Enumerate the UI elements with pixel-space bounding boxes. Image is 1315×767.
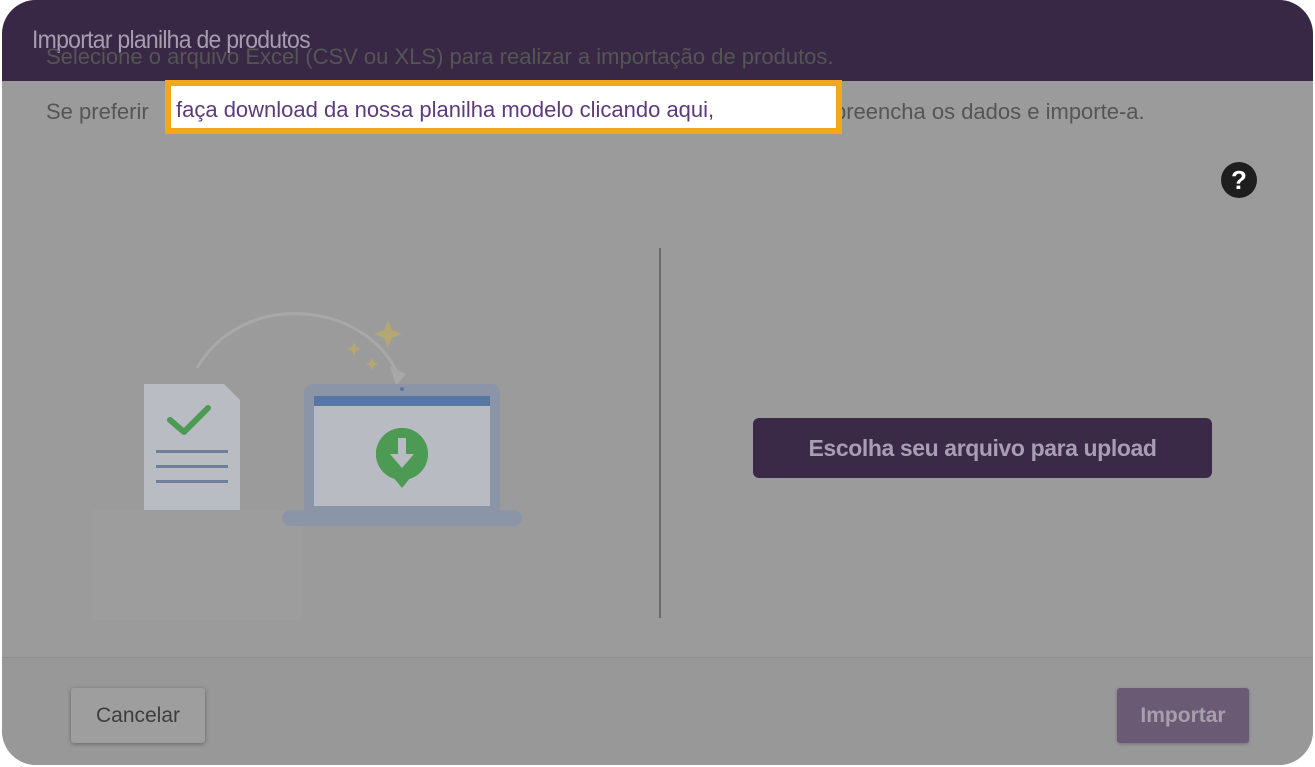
instructions-line-2-end: preencha os dados e importe-a. — [834, 99, 1145, 124]
instructions-line-2: Se preferir preencha os dados e importe-… — [46, 99, 1145, 125]
sparkle-icon — [347, 342, 361, 356]
download-template-link[interactable]: faça download da nossa planilha modelo c… — [176, 97, 714, 123]
import-products-modal: Importar planilha de produtos Selecione … — [2, 0, 1313, 765]
arrow-head — [390, 366, 406, 386]
modal-footer: Cancelar Importar — [2, 657, 1313, 765]
sparkle-icon — [366, 358, 378, 370]
vertical-divider — [659, 248, 661, 618]
upload-illustration — [92, 312, 522, 620]
arrow-arc — [195, 312, 399, 373]
choose-file-upload-button[interactable]: Escolha seu arquivo para upload — [753, 418, 1212, 478]
instructions-line-2-start: Se preferir — [46, 99, 149, 124]
question-circle-icon[interactable]: ? — [1221, 162, 1257, 198]
cancel-button[interactable]: Cancelar — [71, 688, 205, 743]
laptop-screen-bar — [314, 396, 490, 406]
import-button[interactable]: Importar — [1117, 688, 1249, 743]
illustration-shadow-block — [92, 510, 302, 620]
download-template-highlight: faça download da nossa planilha modelo c… — [165, 80, 842, 134]
instructions-line-1: Selecione o arquivo Excel (CSV ou XLS) p… — [46, 44, 834, 69]
document-icon — [144, 384, 240, 510]
laptop-base — [282, 510, 522, 526]
